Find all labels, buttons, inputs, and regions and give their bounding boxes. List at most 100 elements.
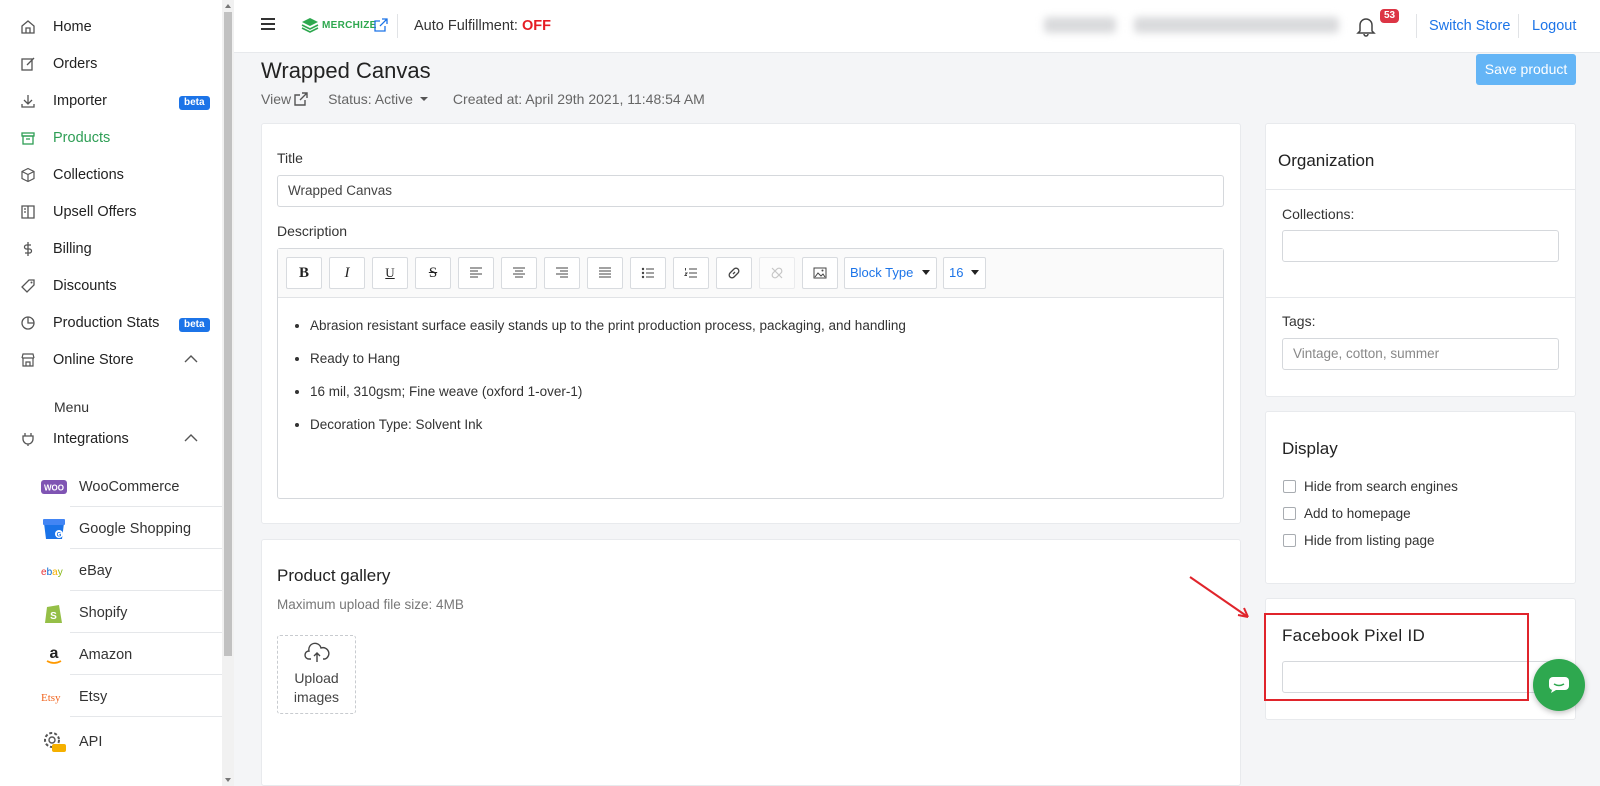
strikethrough-button[interactable]: S <box>415 257 451 289</box>
integration-etsy[interactable]: Etsy Etsy <box>0 677 222 717</box>
view-link[interactable]: View <box>261 91 308 107</box>
bold-button[interactable]: B <box>286 257 322 289</box>
align-justify-button[interactable] <box>587 257 623 289</box>
redacted-balance <box>1044 17 1116 33</box>
collections-label: Collections: <box>1282 206 1355 222</box>
beta-badge: beta <box>179 96 210 110</box>
sidebar-item-label: Collections <box>53 167 124 183</box>
checkbox[interactable] <box>1283 534 1296 547</box>
sidebar-item-integrations[interactable]: Integrations <box>0 420 222 458</box>
cube-icon <box>21 167 35 183</box>
sidebar-item-collections[interactable]: Collections <box>0 156 222 194</box>
notification-count-badge: 53 <box>1380 9 1400 23</box>
tags-input[interactable]: Vintage, cotton, summer <box>1282 338 1559 370</box>
integration-api[interactable]: API <box>0 722 222 762</box>
hide-from-listing-page-checkbox[interactable]: Hide from listing page <box>1283 533 1435 548</box>
switch-store-link[interactable]: Switch Store <box>1429 18 1510 34</box>
plug-icon <box>22 433 34 446</box>
brand-logo[interactable]: MERCHIZE <box>301 17 377 33</box>
add-to-homepage-checkbox[interactable]: Add to homepage <box>1283 506 1411 521</box>
integration-label: eBay <box>79 563 113 579</box>
svg-text:S: S <box>50 611 57 622</box>
organization-title: Organization <box>1278 151 1375 170</box>
sidebar-item-label: Production Stats <box>53 315 160 331</box>
align-center-button[interactable] <box>501 257 537 289</box>
unlink-button[interactable] <box>759 257 795 289</box>
sidebar-item-discounts[interactable]: Discounts <box>0 267 222 305</box>
title-input[interactable]: Wrapped Canvas <box>277 175 1224 207</box>
book-icon <box>21 205 35 219</box>
checkbox[interactable] <box>1283 480 1296 493</box>
integration-google-shopping[interactable]: G Google Shopping <box>0 509 222 549</box>
sidebar-item-upsell-offers[interactable]: Upsell Offers <box>0 193 222 231</box>
align-right-button[interactable] <box>544 257 580 289</box>
align-right-icon <box>556 267 568 278</box>
chevron-up-icon[interactable] <box>184 354 198 364</box>
upload-images-button[interactable]: Upload images <box>277 635 356 714</box>
view-label: View <box>261 91 292 107</box>
chat-widget-button[interactable] <box>1533 659 1585 711</box>
integration-label: Etsy <box>79 689 108 705</box>
sidebar-item-online-store[interactable]: Online Store <box>0 341 222 379</box>
sidebar-item-home[interactable]: Home <box>0 8 222 46</box>
font-size-select[interactable]: 16 <box>943 257 986 289</box>
pie-chart-icon <box>21 316 35 330</box>
scroll-up-arrow-icon[interactable] <box>224 2 232 10</box>
align-left-icon <box>470 267 482 278</box>
integration-woocommerce[interactable]: WOO WooCommerce <box>0 467 222 507</box>
collections-input[interactable] <box>1282 230 1559 262</box>
list-item: Abrasion resistant surface easily stands… <box>310 318 906 334</box>
block-type-value: Block Type <box>850 265 914 280</box>
external-link-icon <box>294 92 308 106</box>
auto-fulfillment-value: OFF <box>522 18 551 34</box>
sidebar: Home Orders Importer beta Products Colle… <box>0 0 222 786</box>
integration-shopify[interactable]: S Shopify <box>0 593 222 633</box>
sidebar-item-importer[interactable]: Importer beta <box>0 82 222 120</box>
product-meta: View Status: Active Created at: April 29… <box>261 91 713 107</box>
integration-label: API <box>79 734 103 750</box>
sidebar-item-products[interactable]: Products <box>0 119 222 157</box>
checkbox-label: Add to homepage <box>1304 506 1411 521</box>
divider <box>1266 189 1575 190</box>
sidebar-item-label: Online Store <box>53 352 134 368</box>
integration-ebay[interactable]: ebay eBay <box>0 551 222 591</box>
bullet-list-button[interactable] <box>630 257 666 289</box>
ebay-logo-icon: ebay <box>41 567 63 578</box>
scroll-down-arrow-icon[interactable] <box>224 776 232 784</box>
api-gear-icon <box>44 732 66 752</box>
auto-fulfillment-status: Auto Fulfillment: OFF <box>414 18 551 34</box>
align-left-button[interactable] <box>458 257 494 289</box>
divider <box>1518 14 1519 38</box>
scrollbar-thumb[interactable] <box>224 12 232 656</box>
sidebar-item-label: Importer <box>53 93 107 109</box>
sidebar-item-production-stats[interactable]: Production Stats beta <box>0 304 222 342</box>
image-button[interactable] <box>802 257 838 289</box>
sidebar-subitem-menu[interactable]: Menu <box>54 399 89 415</box>
checkbox[interactable] <box>1283 507 1296 520</box>
hamburger-menu-icon[interactable] <box>261 18 275 30</box>
numbered-list-button[interactable] <box>673 257 709 289</box>
sidebar-item-orders[interactable]: Orders <box>0 45 222 83</box>
sidebar-item-billing[interactable]: Billing <box>0 230 222 268</box>
checkbox-label: Hide from listing page <box>1304 533 1435 548</box>
status-dropdown[interactable]: Status: Active <box>328 91 429 107</box>
hide-from-search-engines-checkbox[interactable]: Hide from search engines <box>1283 479 1458 494</box>
list-item: Ready to Hang <box>310 351 906 367</box>
block-type-select[interactable]: Block Type <box>844 257 937 289</box>
download-icon <box>21 95 35 108</box>
italic-button[interactable]: I <box>329 257 365 289</box>
external-link-icon[interactable] <box>374 18 388 32</box>
logout-link[interactable]: Logout <box>1532 18 1576 34</box>
integration-amazon[interactable]: a Amazon <box>0 635 222 675</box>
underline-button[interactable]: U <box>372 257 408 289</box>
dollar-icon <box>23 242 33 256</box>
chevron-up-icon[interactable] <box>184 433 198 443</box>
link-button[interactable] <box>716 257 752 289</box>
save-product-button[interactable]: Save product <box>1476 54 1576 85</box>
sidebar-scrollbar[interactable] <box>222 0 234 786</box>
description-content[interactable]: Abrasion resistant surface easily stands… <box>310 318 906 450</box>
description-editor: B I U S Block Type 16 • Abrasion resista… <box>277 248 1224 499</box>
product-gallery-card <box>261 539 1241 786</box>
sidebar-item-label: Discounts <box>53 278 117 294</box>
bell-icon[interactable] <box>1355 15 1377 37</box>
